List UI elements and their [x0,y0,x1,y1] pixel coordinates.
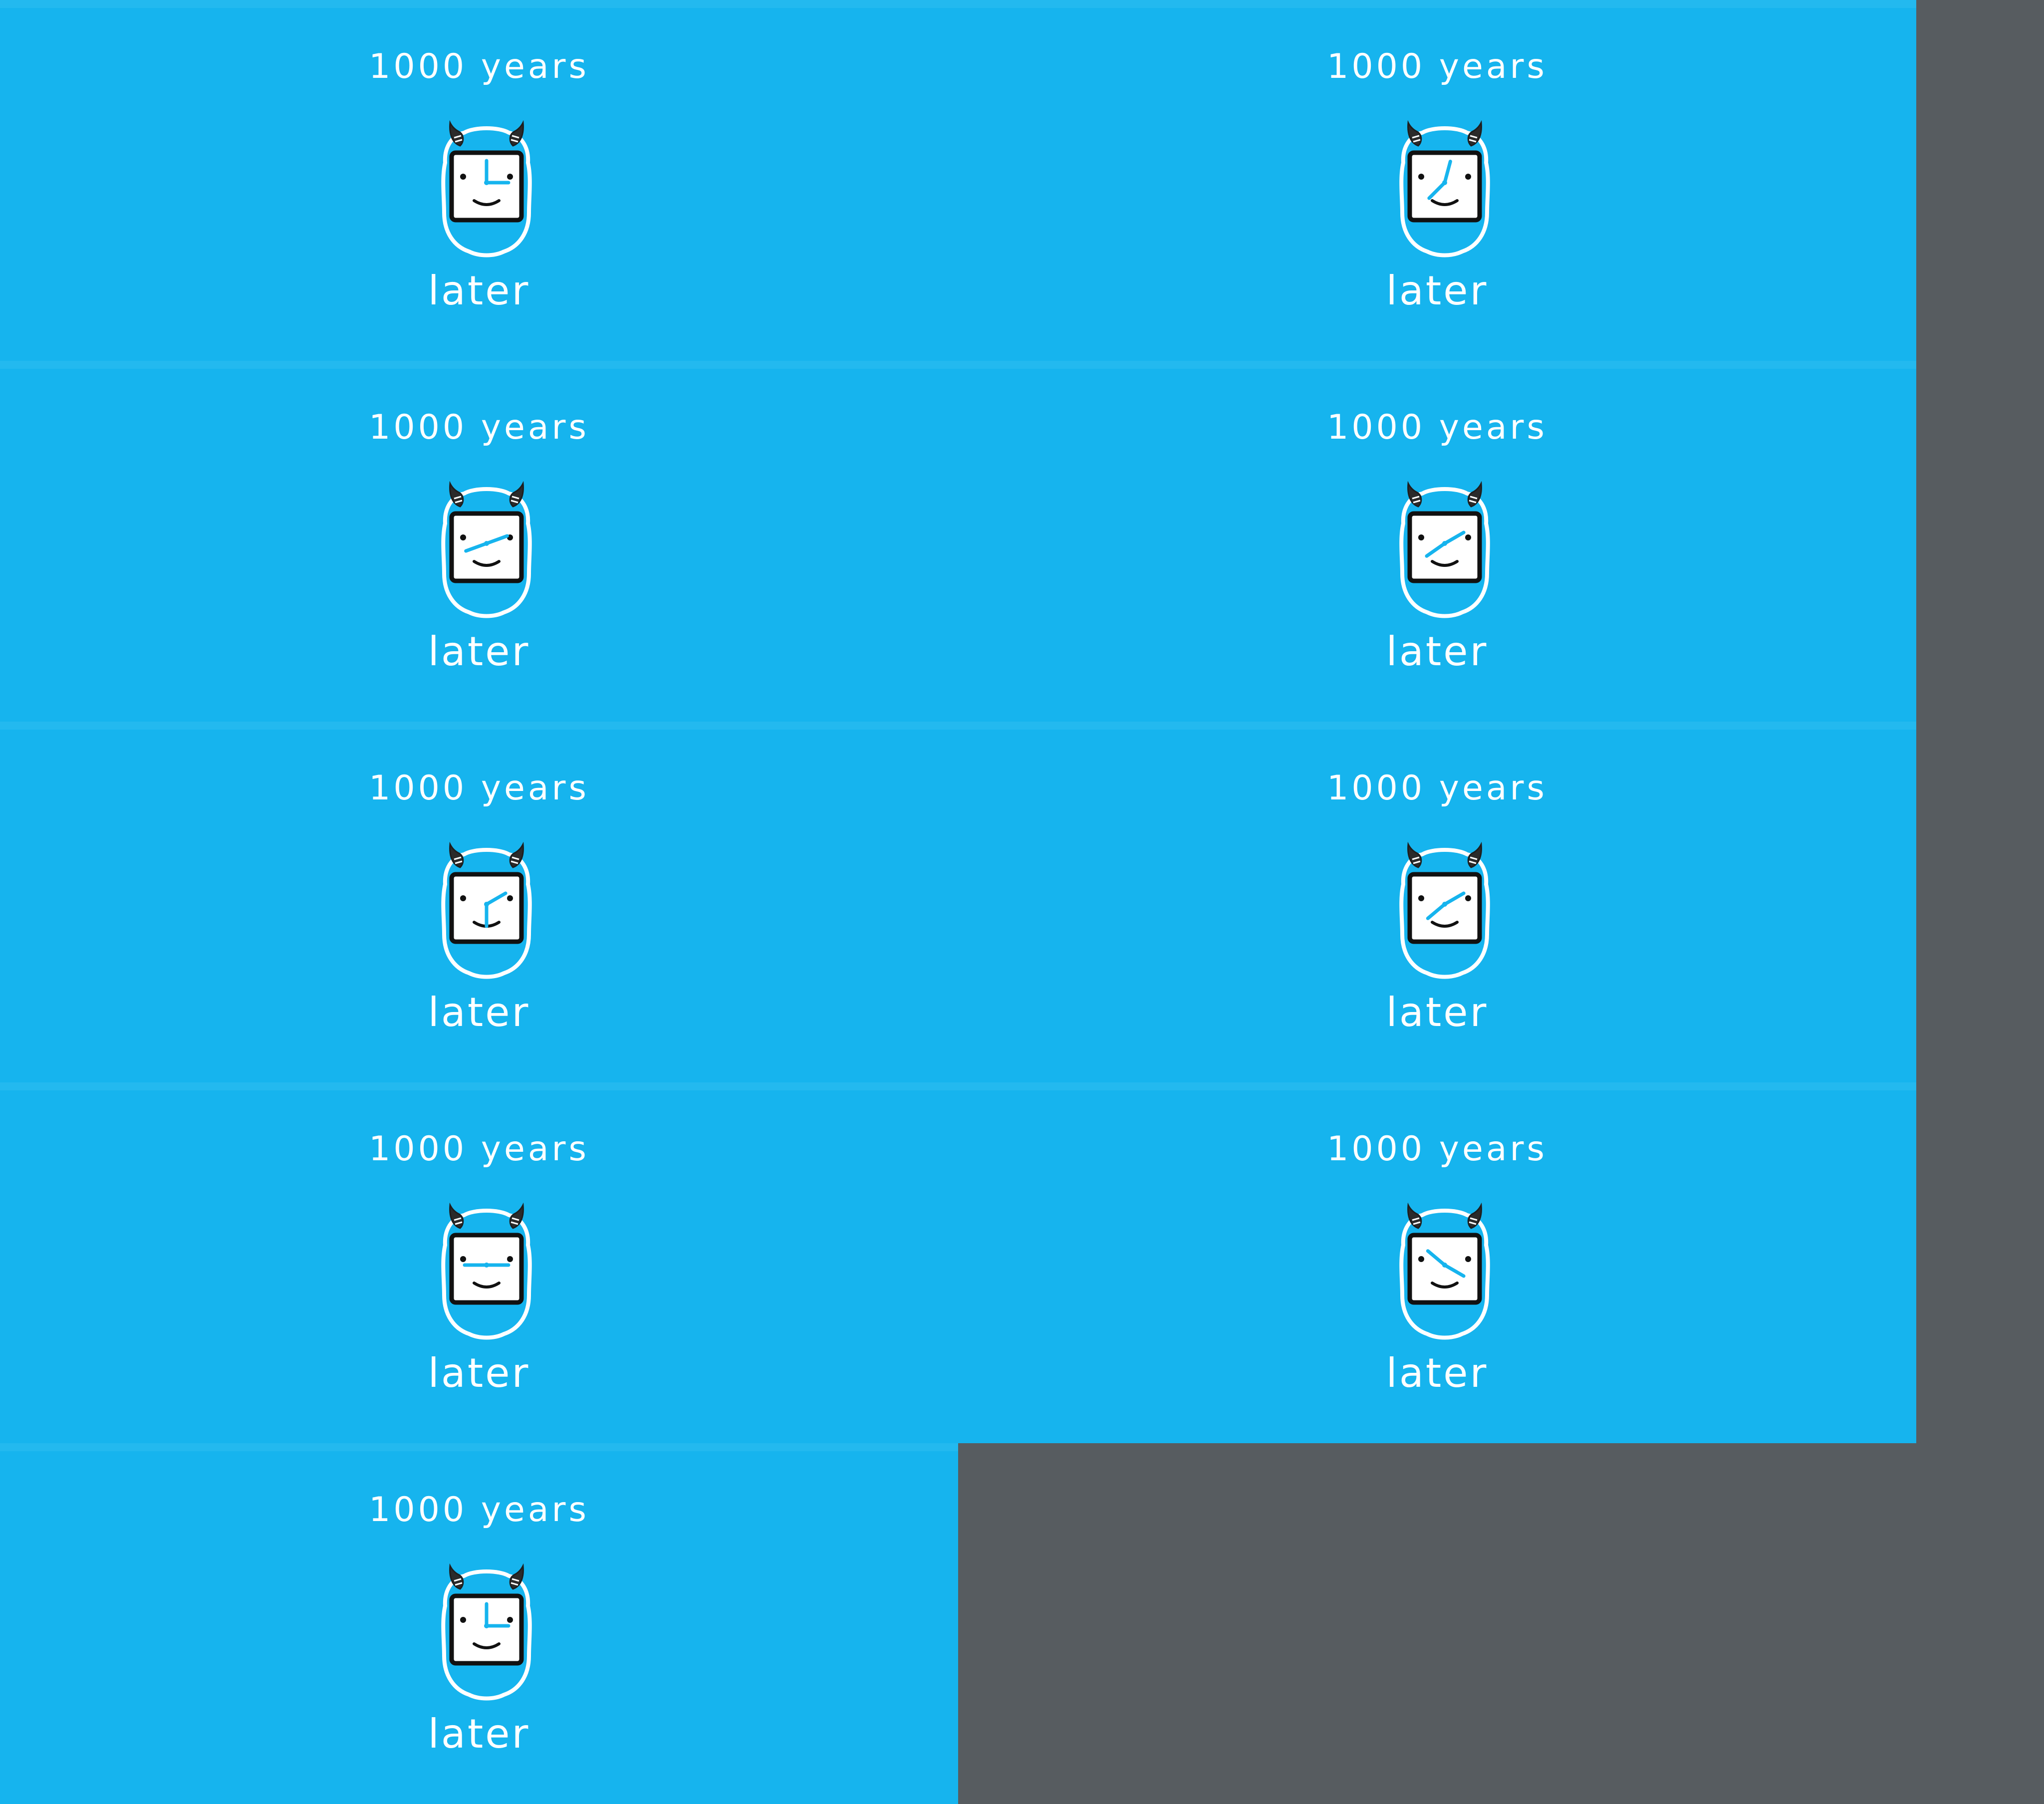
clock-face [1407,150,1482,223]
caption-top: 1000 years [1327,769,1547,808]
clock-face [1407,872,1482,944]
clock-center [1442,180,1447,185]
right-eye [1465,534,1471,540]
left-eye [1418,174,1424,180]
horned-clock-creature-icon [1399,481,1490,618]
horned-clock-creature-icon [1399,1202,1490,1340]
caption-top: 1000 years [1327,1129,1547,1169]
caption-bottom: later [1386,267,1489,314]
caption-bottom: later [1386,1350,1489,1396]
caption-bottom: later [428,1711,530,1757]
caption-top: 1000 years [1327,47,1547,86]
clock-center [484,1623,489,1628]
clock-center [1442,902,1447,907]
left-eye [460,534,466,540]
left-eye [1418,534,1424,540]
left-eye [460,174,466,180]
clock-center [484,541,489,546]
horned-clock-creature-icon [441,1563,532,1701]
animation-frame-9: 1000 years later [0,1443,958,1804]
clock-face [1407,511,1482,583]
caption-top: 1000 years [369,769,589,808]
clock-center [484,902,489,907]
right-eye [507,1617,513,1623]
animation-frame-5: 1000 years later [0,722,958,1082]
left-eye [1418,895,1424,901]
clock-face [449,511,524,583]
clock-center [1442,1263,1447,1268]
left-eye [460,1617,466,1623]
caption-top: 1000 years [369,1490,589,1530]
right-eye [1465,174,1471,180]
horned-clock-creature-icon [1399,841,1490,979]
caption-bottom: later [1386,989,1489,1035]
caption-bottom: later [1386,628,1489,675]
left-eye [460,895,466,901]
animation-frame-4: 1000 years later [958,361,1916,722]
animation-frame-7: 1000 years later [0,1082,958,1443]
clock-center [484,1263,489,1268]
clock-center [484,180,489,185]
clock-face [449,1233,524,1305]
caption-bottom: later [428,1350,530,1396]
caption-bottom: later [428,267,530,314]
sprite-sheet: 1000 years later 1000 years later 1000 y… [0,0,2044,1804]
animation-frame-3: 1000 years later [0,361,958,722]
right-eye [1465,1256,1471,1262]
left-eye [460,1256,466,1262]
caption-top: 1000 years [1327,408,1547,447]
animation-frame-2: 1000 years later [958,0,1916,361]
left-eye [1418,1256,1424,1262]
animation-frame-8: 1000 years later [958,1082,1916,1443]
caption-top: 1000 years [369,47,589,86]
caption-top: 1000 years [369,1129,589,1169]
right-eye [507,895,513,901]
horned-clock-creature-icon [1399,120,1490,258]
horned-clock-creature-icon [441,120,532,258]
right-eye [507,1256,513,1262]
horned-clock-creature-icon [441,481,532,618]
caption-bottom: later [428,989,530,1035]
right-eye [507,174,513,180]
horned-clock-creature-icon [441,1202,532,1340]
caption-top: 1000 years [369,408,589,447]
right-eye [1465,895,1471,901]
caption-bottom: later [428,628,530,675]
clock-face [1407,1233,1482,1305]
clock-center [1442,541,1447,546]
animation-frame-1: 1000 years later [0,0,958,361]
horned-clock-creature-icon [441,841,532,979]
animation-frame-6: 1000 years later [958,722,1916,1082]
